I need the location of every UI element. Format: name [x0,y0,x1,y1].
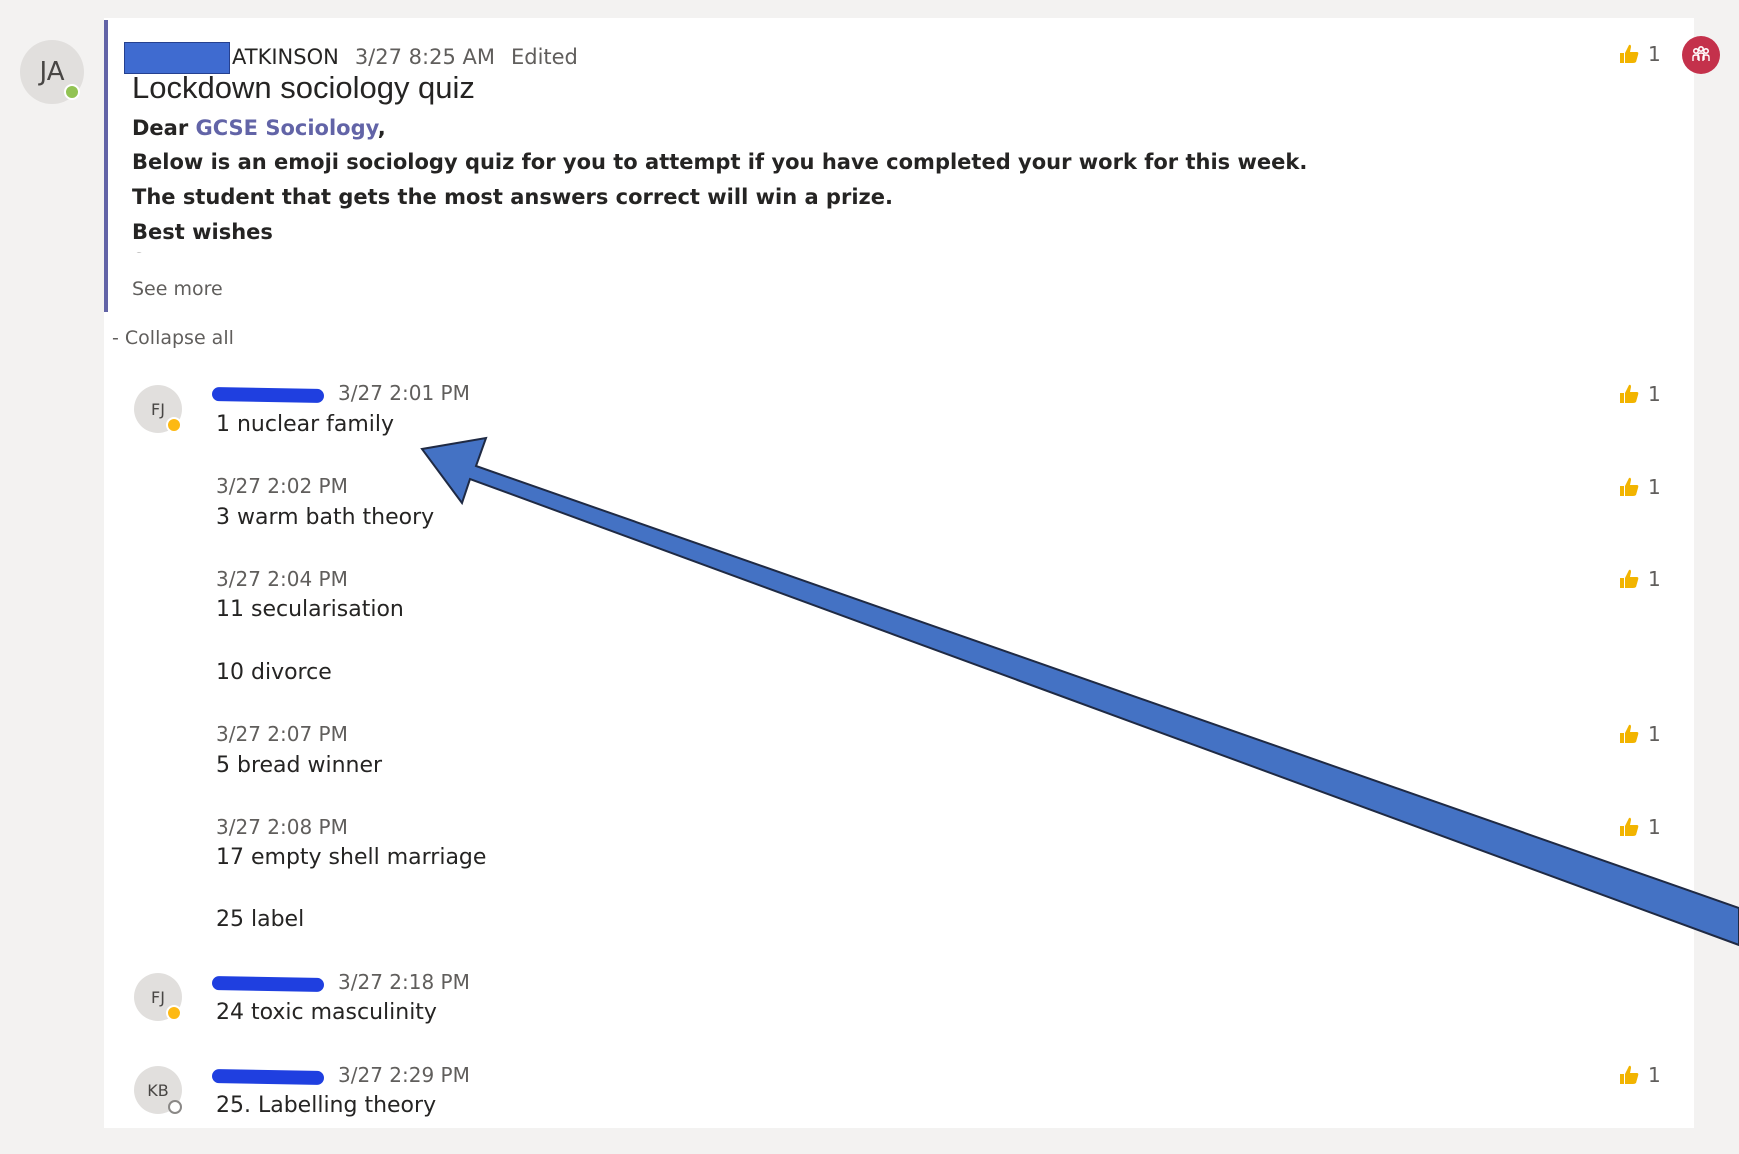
like-reaction[interactable]: 1 [1618,382,1661,406]
post-greeting: Dear GCSE Sociology, [132,116,386,140]
reply-message: 24 toxic masculinity [216,1000,437,1025]
avatar-initials: KB [147,1080,169,1100]
like-count: 1 [1648,475,1661,499]
like-count: 1 [1648,382,1661,406]
channel-mention[interactable]: GCSE Sociology [196,116,378,140]
redaction-scribble [211,386,325,403]
avatar-initials: FJ [151,399,165,419]
presence-icon [168,1100,182,1114]
edited-label: Edited [510,45,578,69]
teams-channel-view: JA ATKINSON 3/27 8:25 AM Edited Lockdown s… [0,0,1739,1154]
post-body-line: Below is an emoji sociology quiz for you… [132,150,1308,174]
reply-message: 11 secularisation [216,597,404,622]
reply-message: 5 bread winner [216,753,383,778]
greeting-prefix: Dear [132,116,196,140]
redaction-scribble [211,975,325,992]
greeting-suffix: , [377,116,386,140]
thumbs-up-icon [1618,568,1640,590]
like-reaction[interactable]: 1 [1618,42,1661,66]
thumbs-up-icon [1618,383,1640,405]
avatar[interactable]: JA [20,40,84,104]
post-author[interactable]: ATKINSON [232,45,339,69]
collapse-all-label: Collapse all [124,327,234,349]
post-body-line: The student that gets the most answers c… [132,185,893,209]
see-more-link[interactable]: See more [132,278,223,300]
reply-header: 3/27 2:01 PM [211,381,470,405]
thumbs-up-icon [1618,816,1640,838]
thumbs-up-icon [1618,476,1640,498]
like-count: 1 [1648,42,1661,66]
collapse-all-link[interactable]: - Collapse all [112,327,234,349]
reply-message: 3 warm bath theory [216,505,435,530]
message-timestamp: 3/27 2:04 PM [216,567,348,591]
like-reaction[interactable]: 1 [1618,567,1661,591]
like-reaction[interactable]: 1 [1618,815,1661,839]
reply-message: 25. Labelling theory [216,1093,437,1118]
reply-timestamp: 3/27 2:29 PM [338,1063,470,1087]
avatar[interactable]: KB [134,1066,182,1114]
like-reaction[interactable]: 1 [1618,722,1661,746]
collapse-icon: - [112,327,125,349]
reply-message: 17 empty shell marriage [216,845,487,870]
reply-message: 25 label [216,907,305,932]
avatar[interactable]: FJ [134,385,182,433]
post-timestamp: 3/27 8:25 AM [354,45,495,69]
message-timestamp: 3/27 2:07 PM [216,722,348,746]
like-count: 1 [1648,567,1661,591]
people-app-icon[interactable] [1682,36,1720,74]
reply-timestamp: 3/27 2:18 PM [338,970,470,994]
reply-message: 1 nuclear family [216,412,395,437]
like-reaction[interactable]: 1 [1618,475,1661,499]
truncated-text: Sir [132,252,192,260]
presence-icon [64,84,80,100]
post-title: Lockdown sociology quiz [132,70,475,105]
avatar[interactable]: FJ [134,973,182,1021]
message-timestamp: 3/27 2:02 PM [216,474,348,498]
presence-icon [166,1005,182,1021]
redaction-scribble [211,1068,325,1085]
like-count: 1 [1648,722,1661,746]
like-count: 1 [1648,1063,1661,1087]
reply-timestamp: 3/27 2:01 PM [338,381,470,405]
thumbs-up-icon [1618,1064,1640,1086]
avatar-initials: JA [39,57,65,87]
post-body-line: Best wishes [132,220,273,244]
post-accent-bar [104,20,108,312]
like-reaction[interactable]: 1 [1618,1063,1661,1087]
like-count: 1 [1648,815,1661,839]
reply-message: 10 divorce [216,660,332,685]
thumbs-up-icon [1618,723,1640,745]
avatar-initials: FJ [151,987,165,1007]
thumbs-up-icon [1618,43,1640,65]
presence-icon [166,417,182,433]
post-body-truncated: Sir [132,252,192,260]
reply-header: 3/27 2:29 PM [211,1063,470,1087]
reply-header: 3/27 2:18 PM [211,970,470,994]
message-timestamp: 3/27 2:08 PM [216,815,348,839]
